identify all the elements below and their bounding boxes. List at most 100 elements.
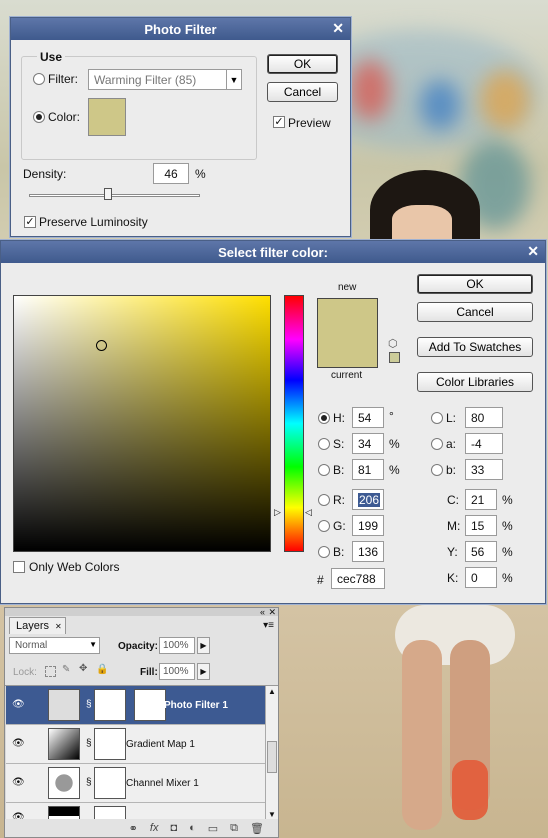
- density-label: Density:: [23, 167, 67, 181]
- h-input[interactable]: 54: [352, 407, 384, 428]
- link-icon[interactable]: §: [86, 699, 92, 710]
- ok-button[interactable]: OK: [267, 54, 338, 74]
- l-radio[interactable]: [431, 412, 443, 424]
- lock-transparency-icon[interactable]: [45, 666, 56, 677]
- link-layers-icon[interactable]: ⚭: [129, 822, 138, 835]
- blue-radio[interactable]: [318, 546, 330, 558]
- eye-icon[interactable]: 👁: [12, 738, 25, 749]
- scroll-thumb[interactable]: [267, 741, 277, 773]
- hue-arrow-right-icon[interactable]: ◁: [305, 507, 312, 518]
- layer-row[interactable]: 👁 § Photo Filter 1: [6, 686, 267, 725]
- density-unit: %: [195, 167, 206, 181]
- new-group-icon[interactable]: ▭: [208, 822, 218, 835]
- web-safe-swatch[interactable]: [389, 352, 400, 363]
- g-input[interactable]: 199: [352, 515, 384, 536]
- color-field[interactable]: [13, 295, 271, 552]
- s-input[interactable]: 34: [352, 433, 384, 454]
- link-icon[interactable]: §: [86, 777, 92, 788]
- filter-radio[interactable]: [33, 73, 45, 85]
- layers-list: 👁 § Photo Filter 1 👁 § Gradient Map 1 👁 …: [5, 685, 278, 819]
- panel-menu-icon[interactable]: ▾≡: [263, 620, 274, 631]
- scroll-up-icon[interactable]: ▲: [268, 687, 276, 696]
- hue-arrow-left-icon[interactable]: ▷: [274, 507, 281, 518]
- ok-button[interactable]: OK: [417, 274, 533, 294]
- opacity-input[interactable]: 100%: [159, 637, 195, 654]
- close-icon[interactable]: ✕: [332, 21, 344, 35]
- a-input[interactable]: -4: [465, 433, 503, 454]
- add-to-swatches-button[interactable]: Add To Swatches: [417, 337, 533, 357]
- eye-icon[interactable]: 👁: [12, 699, 25, 710]
- eye-icon[interactable]: 👁: [12, 812, 25, 819]
- r-input[interactable]: 206: [352, 489, 384, 510]
- b-input[interactable]: 33: [465, 459, 503, 480]
- h-radio[interactable]: [318, 412, 330, 424]
- blend-mode-value: Normal: [15, 640, 48, 651]
- only-web-colors-checkbox[interactable]: [13, 561, 25, 573]
- r-value: 206: [358, 492, 381, 507]
- y-input[interactable]: 56: [465, 541, 497, 562]
- close-icon[interactable]: ✕: [527, 244, 539, 258]
- color-field-cursor[interactable]: [96, 340, 107, 351]
- cancel-button[interactable]: Cancel: [267, 82, 338, 102]
- close-icon[interactable]: ✕: [268, 608, 276, 617]
- collapse-icon[interactable]: «: [260, 608, 265, 617]
- l-input[interactable]: 80: [465, 407, 503, 428]
- layers-scrollbar[interactable]: ▲ ▼: [265, 686, 278, 819]
- brush-icon[interactable]: ✎: [62, 664, 70, 675]
- adjustment-layer-icon[interactable]: ◐: [189, 822, 196, 834]
- filter-select[interactable]: Warming Filter (85) ▼: [88, 69, 242, 90]
- preview-checkbox[interactable]: ✓: [273, 116, 285, 128]
- color-radio[interactable]: [33, 111, 45, 123]
- g-radio[interactable]: [318, 520, 330, 532]
- hex-input[interactable]: cec788: [331, 568, 385, 589]
- brightness-radio[interactable]: [318, 464, 330, 476]
- a-radio[interactable]: [431, 438, 443, 450]
- hue-slider[interactable]: [284, 295, 304, 552]
- r-label: R:: [333, 493, 345, 507]
- eye-icon[interactable]: 👁: [12, 777, 25, 788]
- color-picker-dialog: Select filter color: ✕ ▷ ◁ new current ⬡…: [0, 240, 546, 604]
- s-radio[interactable]: [318, 438, 330, 450]
- scroll-down-icon[interactable]: ▼: [268, 810, 276, 819]
- c-input[interactable]: 21: [465, 489, 497, 510]
- trash-icon[interactable]: 🗑: [250, 822, 264, 835]
- density-slider-track[interactable]: [29, 194, 200, 197]
- tab-layers[interactable]: Layers ✕: [9, 617, 66, 634]
- move-icon[interactable]: ✥: [79, 663, 87, 674]
- brightness-input[interactable]: 81: [352, 459, 384, 480]
- cancel-button[interactable]: Cancel: [417, 302, 533, 322]
- density-slider-thumb[interactable]: [103, 188, 112, 200]
- add-mask-icon[interactable]: ◘: [170, 822, 177, 834]
- preserve-luminosity-label: Preserve Luminosity: [39, 215, 148, 229]
- preserve-luminosity-checkbox[interactable]: ✓: [24, 216, 36, 228]
- g-value: 199: [358, 518, 379, 533]
- link-icon[interactable]: §: [86, 738, 92, 749]
- fill-arrow-icon[interactable]: ▶: [197, 663, 210, 680]
- density-input[interactable]: 46: [153, 163, 189, 184]
- opacity-arrow-icon[interactable]: ▶: [197, 637, 210, 654]
- m-input[interactable]: 15: [465, 515, 497, 536]
- layer-row[interactable]: 👁: [6, 803, 267, 819]
- r-radio[interactable]: [318, 494, 330, 506]
- b-radio[interactable]: [431, 464, 443, 476]
- lock-icon[interactable]: 🔒: [96, 664, 108, 675]
- close-icon[interactable]: ✕: [55, 622, 62, 631]
- new-layer-icon[interactable]: ⧉: [230, 822, 238, 835]
- blend-mode-select[interactable]: Normal ▼: [9, 637, 100, 654]
- cube-icon[interactable]: ⬡: [388, 337, 398, 350]
- a-value: -4: [471, 436, 482, 451]
- fx-icon[interactable]: fx: [150, 822, 159, 834]
- filter-color-swatch[interactable]: [88, 98, 126, 136]
- layer-row[interactable]: 👁 § Channel Mixer 1: [6, 764, 267, 803]
- color-libraries-button[interactable]: Color Libraries: [417, 372, 533, 392]
- photo-filter-dialog: Photo Filter ✕ Use Filter: Warming Filte…: [10, 17, 351, 237]
- k-input[interactable]: 0: [465, 567, 497, 588]
- h-value: 54: [358, 410, 372, 425]
- fill-input[interactable]: 100%: [159, 663, 195, 680]
- layer-row[interactable]: 👁 § Gradient Map 1: [6, 725, 267, 764]
- layers-panel-topbar: [5, 608, 278, 616]
- opacity-label: Opacity:: [118, 641, 159, 652]
- blue-input[interactable]: 136: [352, 541, 384, 562]
- s-unit: %: [389, 437, 400, 451]
- k-unit: %: [502, 571, 513, 585]
